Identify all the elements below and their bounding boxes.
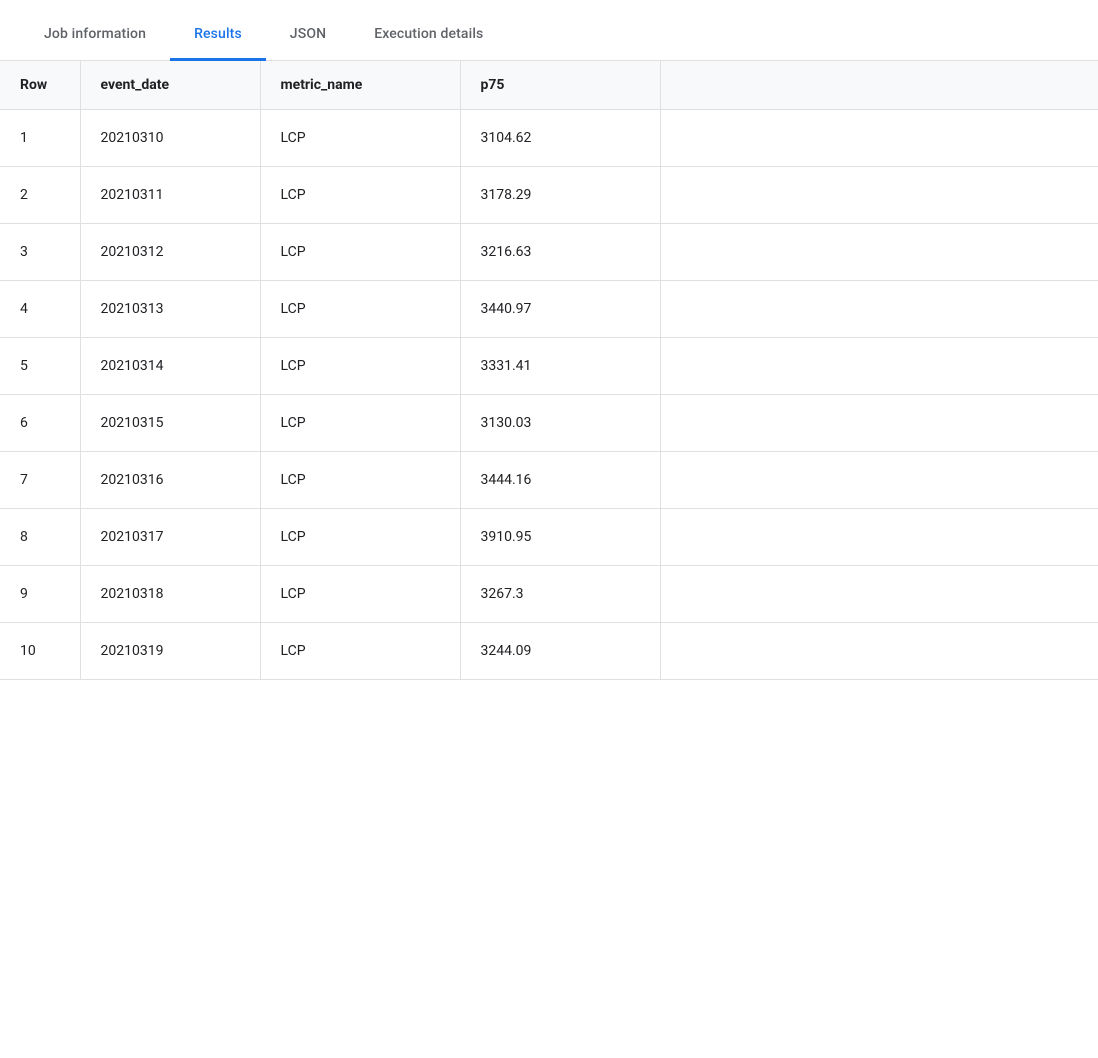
cell-extra [660,623,1098,680]
cell-row: 6 [0,395,80,452]
cell-event_date: 20210318 [80,566,260,623]
cell-event_date: 20210311 [80,167,260,224]
cell-event_date: 20210316 [80,452,260,509]
cell-metric_name: LCP [260,623,460,680]
cell-extra [660,395,1098,452]
cell-metric_name: LCP [260,224,460,281]
cell-metric_name: LCP [260,167,460,224]
cell-p75: 3130.03 [460,395,660,452]
table-row: 120210310LCP3104.62 [0,110,1098,167]
table-container: Rowevent_datemetric_namep75 120210310LCP… [0,61,1098,680]
table-row: 320210312LCP3216.63 [0,224,1098,281]
col-header-row: Row [0,61,80,110]
cell-extra [660,167,1098,224]
cell-row: 7 [0,452,80,509]
cell-p75: 3444.16 [460,452,660,509]
cell-extra [660,110,1098,167]
cell-p75: 3178.29 [460,167,660,224]
tab-json[interactable]: JSON [266,10,350,61]
cell-row: 2 [0,167,80,224]
cell-extra [660,566,1098,623]
cell-event_date: 20210312 [80,224,260,281]
cell-event_date: 20210315 [80,395,260,452]
tab-results[interactable]: Results [170,10,266,61]
cell-row: 10 [0,623,80,680]
tab-job-information[interactable]: Job information [20,10,170,61]
table-row: 920210318LCP3267.3 [0,566,1098,623]
cell-metric_name: LCP [260,281,460,338]
table-row: 220210311LCP3178.29 [0,167,1098,224]
cell-p75: 3910.95 [460,509,660,566]
col-header-event_date: event_date [80,61,260,110]
cell-row: 3 [0,224,80,281]
tabs-container: Job informationResultsJSONExecution deta… [0,0,1098,61]
cell-event_date: 20210319 [80,623,260,680]
cell-p75: 3216.63 [460,224,660,281]
table-row: 620210315LCP3130.03 [0,395,1098,452]
col-header-extra [660,61,1098,110]
table-row: 420210313LCP3440.97 [0,281,1098,338]
cell-extra [660,224,1098,281]
cell-extra [660,509,1098,566]
results-table: Rowevent_datemetric_namep75 120210310LCP… [0,61,1098,680]
table-row: 1020210319LCP3244.09 [0,623,1098,680]
cell-extra [660,281,1098,338]
cell-event_date: 20210314 [80,338,260,395]
cell-row: 8 [0,509,80,566]
cell-extra [660,338,1098,395]
table-header-row: Rowevent_datemetric_namep75 [0,61,1098,110]
cell-metric_name: LCP [260,452,460,509]
cell-metric_name: LCP [260,395,460,452]
col-header-metric_name: metric_name [260,61,460,110]
cell-p75: 3331.41 [460,338,660,395]
cell-p75: 3244.09 [460,623,660,680]
cell-row: 1 [0,110,80,167]
cell-row: 9 [0,566,80,623]
cell-metric_name: LCP [260,338,460,395]
cell-row: 4 [0,281,80,338]
cell-p75: 3104.62 [460,110,660,167]
cell-event_date: 20210317 [80,509,260,566]
cell-event_date: 20210313 [80,281,260,338]
cell-metric_name: LCP [260,509,460,566]
col-header-p75: p75 [460,61,660,110]
table-row: 820210317LCP3910.95 [0,509,1098,566]
tab-execution-details[interactable]: Execution details [350,10,507,61]
cell-row: 5 [0,338,80,395]
table-row: 720210316LCP3444.16 [0,452,1098,509]
cell-event_date: 20210310 [80,110,260,167]
table-row: 520210314LCP3331.41 [0,338,1098,395]
cell-extra [660,452,1098,509]
cell-p75: 3440.97 [460,281,660,338]
cell-metric_name: LCP [260,566,460,623]
cell-p75: 3267.3 [460,566,660,623]
cell-metric_name: LCP [260,110,460,167]
